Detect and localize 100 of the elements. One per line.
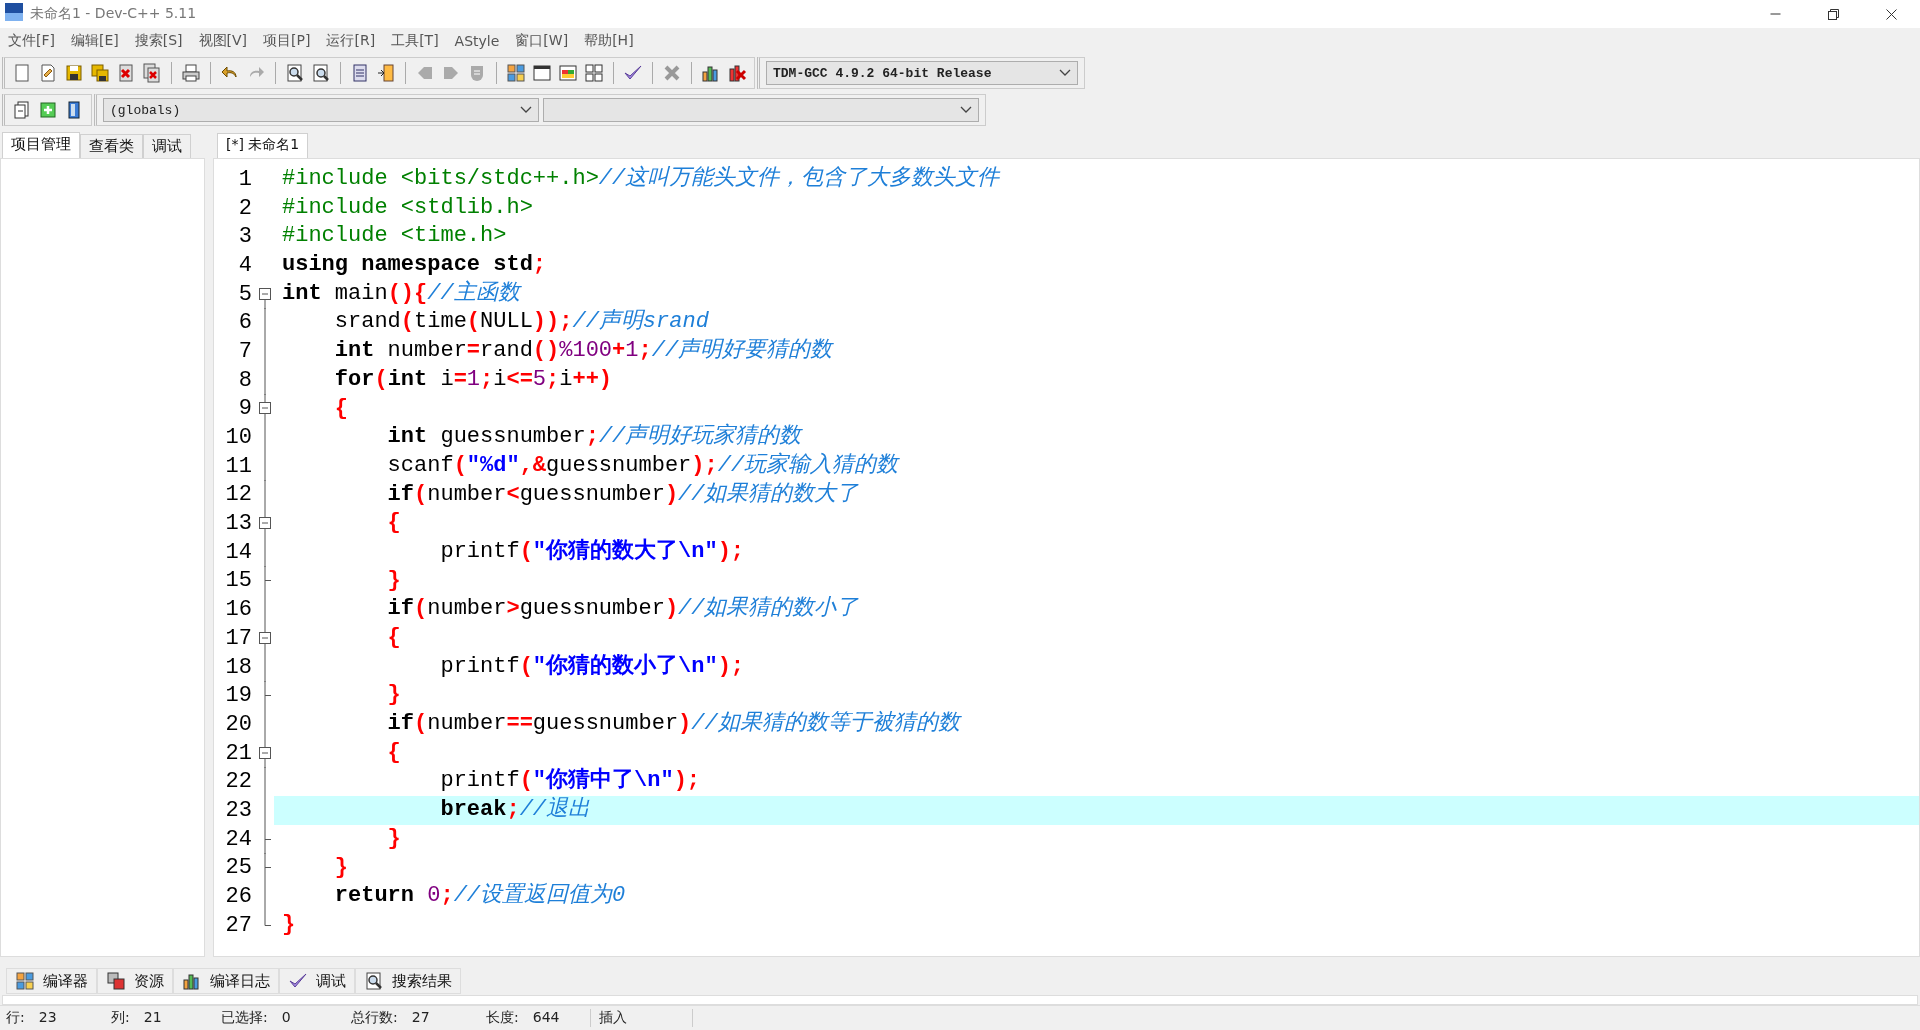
stacked-disks-icon[interactable] <box>89 62 111 84</box>
fold-box-icon[interactable] <box>259 509 271 539</box>
output-tab[interactable]: 编译器 <box>6 968 97 994</box>
fold-box-icon[interactable] <box>259 738 271 768</box>
panel-tab[interactable]: 调试 <box>143 134 191 158</box>
code-line: #include <time.h> <box>281 222 507 251</box>
grid-icon[interactable] <box>583 62 605 84</box>
line-number: 3 <box>237 224 252 250</box>
line-number: 27 <box>224 912 252 938</box>
code-line: } <box>281 910 296 939</box>
fold-box-icon[interactable] <box>259 623 271 653</box>
code-line: scanf("%d",&guessnumber);//玩家输入猜的数 <box>386 451 899 480</box>
insert-mode-indicator: 插入 <box>590 1009 693 1027</box>
line-number: 17 <box>224 625 252 651</box>
compiler-dropdown[interactable]: TDM-GCC 4.9.2 64-bit Release <box>766 61 1078 85</box>
line-number: 20 <box>224 711 252 737</box>
line-number: 6 <box>237 310 252 336</box>
menu-item[interactable]: 项目[P] <box>257 32 321 50</box>
stacked-squares-icon <box>106 971 126 991</box>
window-title: 未命名1 - Dev-C++ 5.11 <box>30 5 197 23</box>
window-icon[interactable] <box>531 62 553 84</box>
color-window-icon[interactable] <box>557 62 579 84</box>
line-number: 1 <box>237 166 252 192</box>
line-number: 10 <box>224 425 252 451</box>
code-line: for(int i=1;i<=5;i++) <box>333 365 613 394</box>
menu-item[interactable]: 编辑[E] <box>65 32 129 50</box>
code-line: } <box>386 566 401 595</box>
code-line: srand(time(NULL));//声明srand <box>333 308 709 337</box>
status-value: 23 <box>38 1009 57 1027</box>
code-line: { <box>386 738 401 767</box>
line-number: 26 <box>224 884 252 910</box>
scope-dropdown[interactable]: (globals) <box>103 98 539 122</box>
fold-end-line <box>264 910 272 926</box>
status-label: 已选择: <box>221 1009 268 1027</box>
magnifier-page-icon <box>364 971 384 991</box>
status-value: 27 <box>411 1009 430 1027</box>
menu-item[interactable]: 文件[F] <box>2 32 65 50</box>
output-tab[interactable]: 搜索结果 <box>355 968 461 994</box>
menu-item[interactable]: 运行[R] <box>320 32 386 50</box>
status-label: 行: <box>6 1009 25 1027</box>
code-line: printf("你猜的数小了\n"); <box>439 652 745 681</box>
menu-item[interactable]: 视图[V] <box>192 32 258 50</box>
code-line: return 0;//设置返回值为0 <box>333 882 626 911</box>
menu-item[interactable]: 搜索[S] <box>128 32 193 50</box>
fold-box-icon[interactable] <box>259 394 271 424</box>
code-line: #include <bits/stdc++.h>//这叫万能头文件，包含了大多数头文件 <box>281 165 1000 193</box>
code-line: printf("你猜中了\n"); <box>439 767 701 796</box>
status-value: 21 <box>143 1009 162 1027</box>
menu-item[interactable]: 帮助[H] <box>578 32 644 50</box>
line-number: 12 <box>224 482 252 508</box>
code-editor[interactable] <box>213 158 1920 957</box>
line-number: 9 <box>237 396 252 422</box>
status-label: 列: <box>111 1009 130 1027</box>
menu-item[interactable]: 窗口[W] <box>509 32 579 50</box>
code-line: { <box>333 394 348 423</box>
line-number: 19 <box>224 683 252 709</box>
code-line: if(number<guessnumber)//如果猜的数大了 <box>386 480 859 509</box>
line-number: 16 <box>224 597 252 623</box>
four-squares-icon <box>15 971 35 991</box>
line-number: 25 <box>224 855 252 881</box>
line-number: 7 <box>237 338 252 364</box>
panel-tab[interactable]: 项目管理 <box>2 132 80 158</box>
code-line: using namespace std; <box>281 251 547 280</box>
code-line: printf("你猜的数大了\n"); <box>439 537 745 566</box>
caret-icon <box>960 106 972 114</box>
code-line: } <box>386 824 401 853</box>
line-number: 5 <box>237 281 252 307</box>
caret-icon <box>1059 69 1071 77</box>
cross-chart-icon[interactable] <box>726 62 748 84</box>
status-label: 长度: <box>486 1009 519 1027</box>
panel-tab[interactable]: 查看类 <box>80 134 143 158</box>
menu-item[interactable]: 工具[T] <box>385 32 449 50</box>
caret-icon <box>520 106 532 114</box>
line-number: 24 <box>224 826 252 852</box>
line-number: 23 <box>224 797 252 823</box>
output-tab[interactable]: 编译日志 <box>173 968 279 994</box>
status-label: 总行数: <box>351 1009 398 1027</box>
minimize-icon <box>1769 13 1781 15</box>
fold-box-icon[interactable] <box>259 287 271 309</box>
four-squares-icon[interactable] <box>505 62 527 84</box>
line-number: 13 <box>224 511 252 537</box>
app-logo-icon <box>4 2 24 22</box>
output-tab[interactable]: 资源 <box>97 968 173 994</box>
code-line: { <box>386 624 401 652</box>
file-tab[interactable]: [*] 未命名1 <box>217 133 309 158</box>
menu-item[interactable]: AStyle <box>448 33 510 49</box>
line-number: 15 <box>224 568 252 594</box>
documents-cross-icon[interactable] <box>141 62 163 84</box>
bar-chart-icon <box>182 971 202 991</box>
code-line: int main(){//主函数 <box>281 279 520 308</box>
line-number: 8 <box>237 367 252 393</box>
code-line: } <box>333 853 348 882</box>
line-number: 21 <box>224 740 252 766</box>
output-tab[interactable]: 调试 <box>279 968 355 994</box>
code-line: if(number==guessnumber)//如果猜的数等于被猜的数 <box>386 710 960 739</box>
code-line: int number=rand()%100+1;//声明好要猜的数 <box>333 337 833 366</box>
line-number: 14 <box>224 539 252 565</box>
printer-icon[interactable] <box>180 62 202 84</box>
line-number: 2 <box>237 195 252 221</box>
status-value: 0 <box>281 1009 291 1027</box>
